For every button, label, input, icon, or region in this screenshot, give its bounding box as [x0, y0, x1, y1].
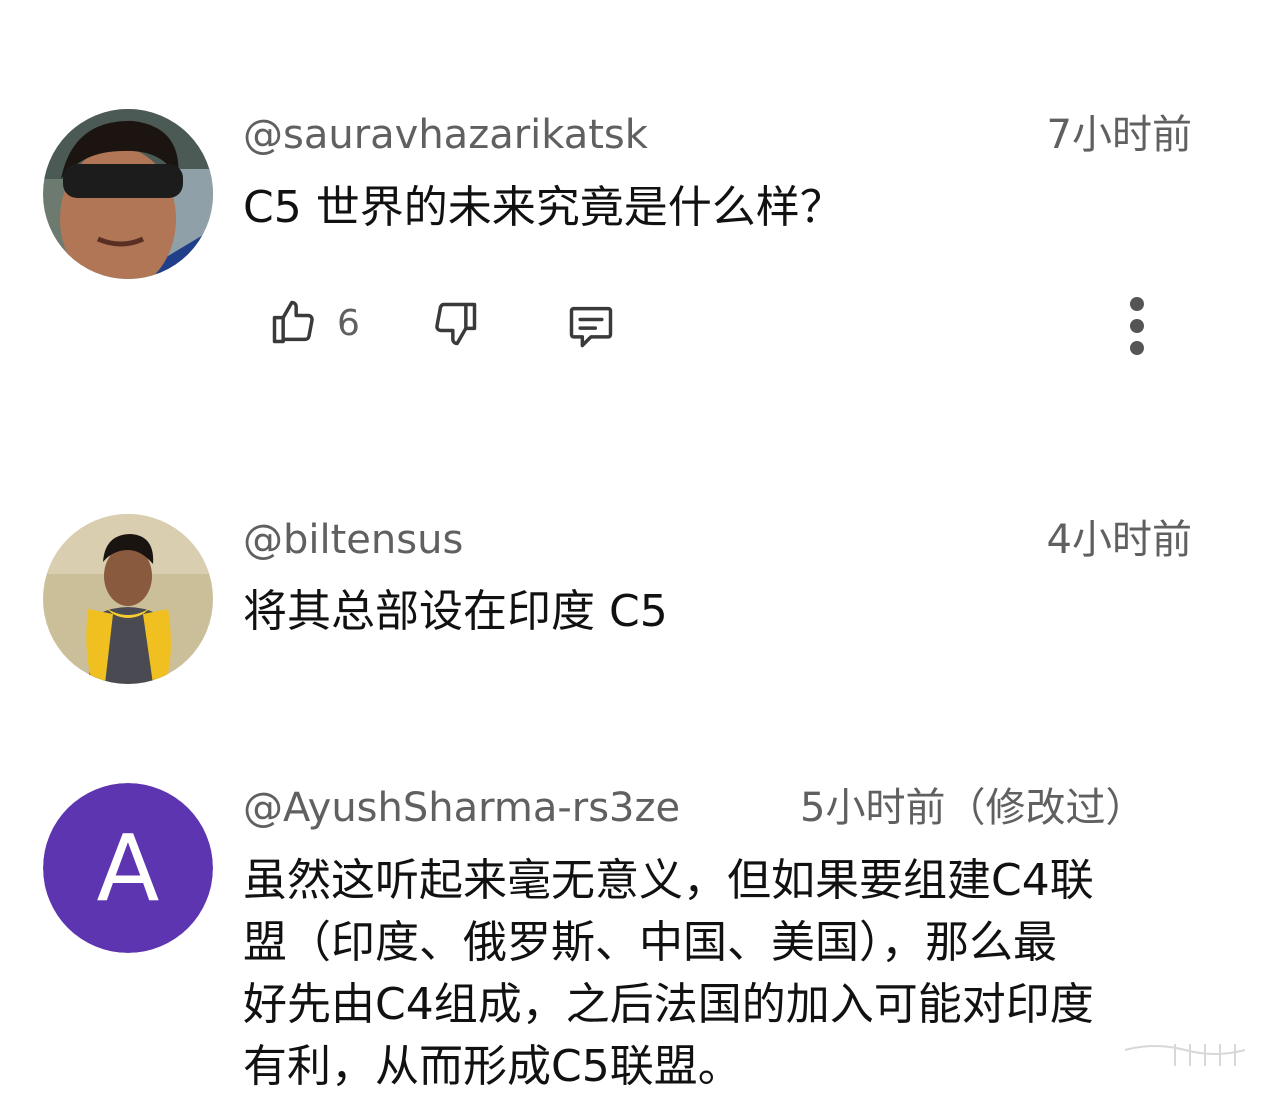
comment-text: C5 世界的未来究竟是什么样？ — [243, 182, 844, 233]
comment-text-line: 好先由C4组成，之后法国的加入可能对印度 — [243, 979, 1094, 1030]
avatar[interactable]: A — [43, 783, 213, 953]
avatar[interactable] — [43, 514, 213, 684]
thumb-up-icon — [272, 300, 314, 344]
comment-text-line: 有利，从而形成C5联盟。 — [243, 1041, 742, 1092]
reply-button[interactable] — [561, 298, 621, 354]
comment-text: 将其总部设在印度 C5 — [243, 586, 668, 637]
comment-author[interactable]: @sauravhazarikatsk — [243, 115, 648, 155]
thumb-down-icon — [435, 302, 477, 346]
user-photo-icon — [43, 514, 213, 684]
more-vertical-icon — [1130, 297, 1144, 355]
comment-timestamp: 4小时前 — [1046, 517, 1192, 563]
avatar[interactable] — [43, 109, 213, 279]
comment-author[interactable]: @AyushSharma-rs3ze — [243, 788, 680, 828]
comment-text-line: 虽然这听起来毫无意义，但如果要组建C4联 — [243, 855, 1094, 906]
like-count: 6 — [337, 303, 360, 344]
dislike-button[interactable] — [427, 296, 483, 352]
like-button[interactable] — [266, 294, 322, 350]
more-options-button[interactable] — [1112, 292, 1162, 360]
comment-author[interactable]: @biltensus — [243, 520, 463, 560]
comment-text: 虽然这听起来毫无意义，但如果要组建C4联 盟（印度、俄罗斯、中国、美国），那么最… — [243, 850, 1243, 1098]
comment-text-line: 盟（印度、俄罗斯、中国、美国），那么最 — [243, 917, 1057, 968]
user-photo-icon — [43, 109, 213, 279]
avatar-letter: A — [43, 783, 213, 953]
watermark-icon — [1124, 1044, 1246, 1066]
comment-timestamp: 7小时前 — [1046, 112, 1192, 158]
comment-timestamp: 5小时前（修改过） — [800, 785, 1146, 831]
reply-comment-icon — [569, 306, 613, 348]
